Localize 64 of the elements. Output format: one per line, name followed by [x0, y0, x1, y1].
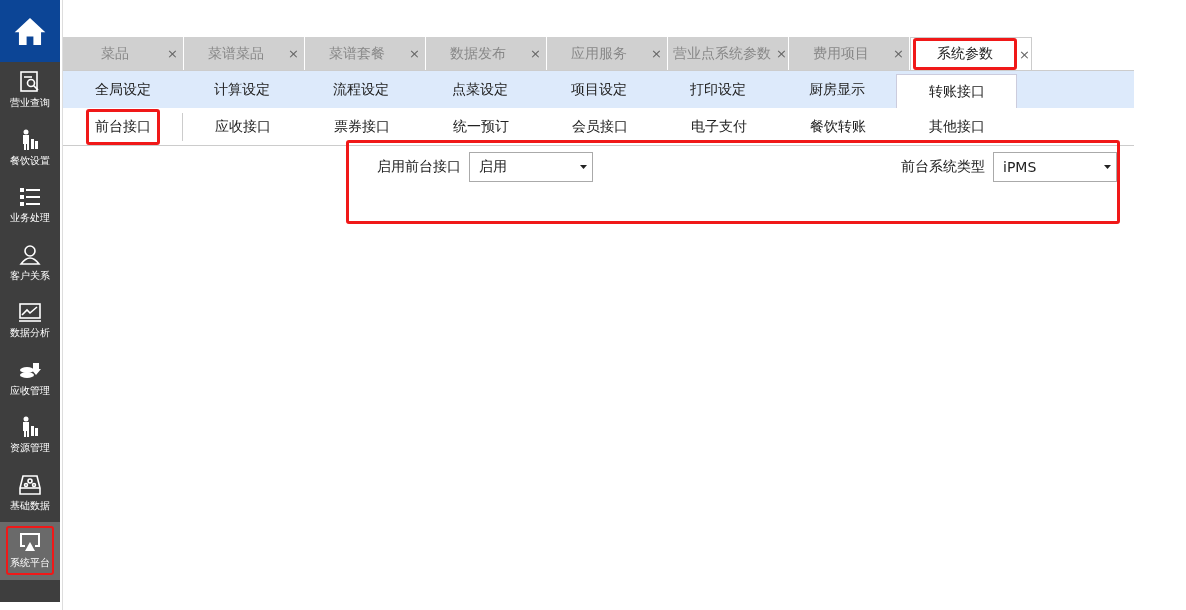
tab-label: 前台接口 — [85, 108, 160, 145]
close-icon[interactable]: × — [288, 46, 299, 61]
tab-label: 统一预订 — [451, 116, 510, 136]
sidebar-item[interactable]: 应收管理 — [0, 349, 60, 407]
tab-label: 电子支付 — [689, 116, 748, 136]
sidebar-item[interactable]: 数据分析 — [0, 292, 60, 350]
interface-tab[interactable]: 其他接口 — [897, 108, 1016, 145]
drive-icon — [18, 473, 42, 496]
home-button[interactable] — [0, 0, 60, 62]
tab-label: 餐饮转账 — [808, 116, 867, 136]
sidebar-item[interactable]: 营业查询 — [0, 62, 60, 120]
interface-tab[interactable]: 票券接口 — [302, 108, 421, 145]
close-icon[interactable]: × — [1019, 46, 1030, 62]
tab[interactable]: 系统参数 — [913, 38, 1018, 70]
settings-tab[interactable]: 点菜设定 — [420, 71, 539, 108]
dropdown[interactable]: iPMS — [993, 152, 1117, 182]
caret-icon — [1104, 165, 1111, 169]
sidebar-item[interactable]: 客户关系 — [0, 234, 60, 292]
settings-tab[interactable]: 全局设定 — [63, 71, 182, 108]
close-icon[interactable]: × — [409, 46, 420, 61]
settings-tab[interactable]: 打印设定 — [658, 71, 777, 108]
settings-tab[interactable]: 计算设定 — [182, 71, 301, 108]
close-icon[interactable]: × — [530, 46, 541, 61]
tab-label: 票券接口 — [332, 116, 391, 136]
close-icon[interactable]: × — [776, 46, 787, 61]
settings-tab[interactable]: 厨房显示 — [777, 71, 896, 108]
interface-tab[interactable]: 电子支付 — [659, 108, 778, 145]
settings-tab[interactable]: 项目设定 — [539, 71, 658, 108]
field-label: 前台系统类型 — [901, 158, 985, 176]
sidebar-label: 系统平台 — [10, 556, 50, 571]
interface-tab[interactable]: 餐饮转账 — [778, 108, 897, 145]
sidebar-item[interactable]: 资源管理 — [0, 407, 60, 465]
sidebar-label: 应收管理 — [10, 383, 50, 398]
field-label: 启用前台接口 — [377, 158, 461, 176]
interface-tab[interactable]: 会员接口 — [540, 108, 659, 145]
sidebar-label: 资源管理 — [10, 441, 50, 456]
sidebar-label: 数据分析 — [10, 326, 50, 341]
sidebar-item[interactable]: 基础数据 — [0, 464, 60, 522]
home-icon — [13, 15, 47, 47]
list-icon — [18, 186, 42, 209]
interface-tab[interactable]: 前台接口 — [63, 112, 183, 141]
sidebar-label: 营业查询 — [10, 96, 50, 111]
settings-tab[interactable]: 转账接口 — [896, 74, 1017, 108]
people-icon — [18, 243, 42, 266]
settings-tab[interactable]: 流程设定 — [301, 71, 420, 108]
caret-icon — [580, 165, 587, 169]
sidebar-label: 业务处理 — [10, 211, 50, 226]
interface-tab[interactable]: 应收接口 — [183, 108, 302, 145]
sidebar-item[interactable]: 系统平台 — [0, 522, 60, 580]
sidebar-item[interactable]: 餐饮设置 — [0, 119, 60, 177]
dropdown[interactable]: 启用 — [469, 152, 593, 182]
screen-icon — [18, 531, 42, 554]
sidebar-label: 餐饮设置 — [10, 153, 50, 168]
close-icon[interactable]: × — [167, 46, 178, 61]
interface-tab[interactable]: 统一预订 — [421, 108, 540, 145]
sidebar-label: 基础数据 — [10, 498, 50, 513]
tab-label: 应收接口 — [213, 116, 272, 136]
tab-label: 其他接口 — [927, 116, 986, 136]
sidebar-item[interactable]: 业务处理 — [0, 177, 60, 235]
tab-label: 会员接口 — [570, 116, 629, 136]
sidebar-label: 客户关系 — [10, 268, 50, 283]
line-chart-icon — [18, 301, 42, 324]
close-icon[interactable]: × — [893, 46, 904, 61]
close-icon[interactable]: × — [651, 46, 662, 61]
